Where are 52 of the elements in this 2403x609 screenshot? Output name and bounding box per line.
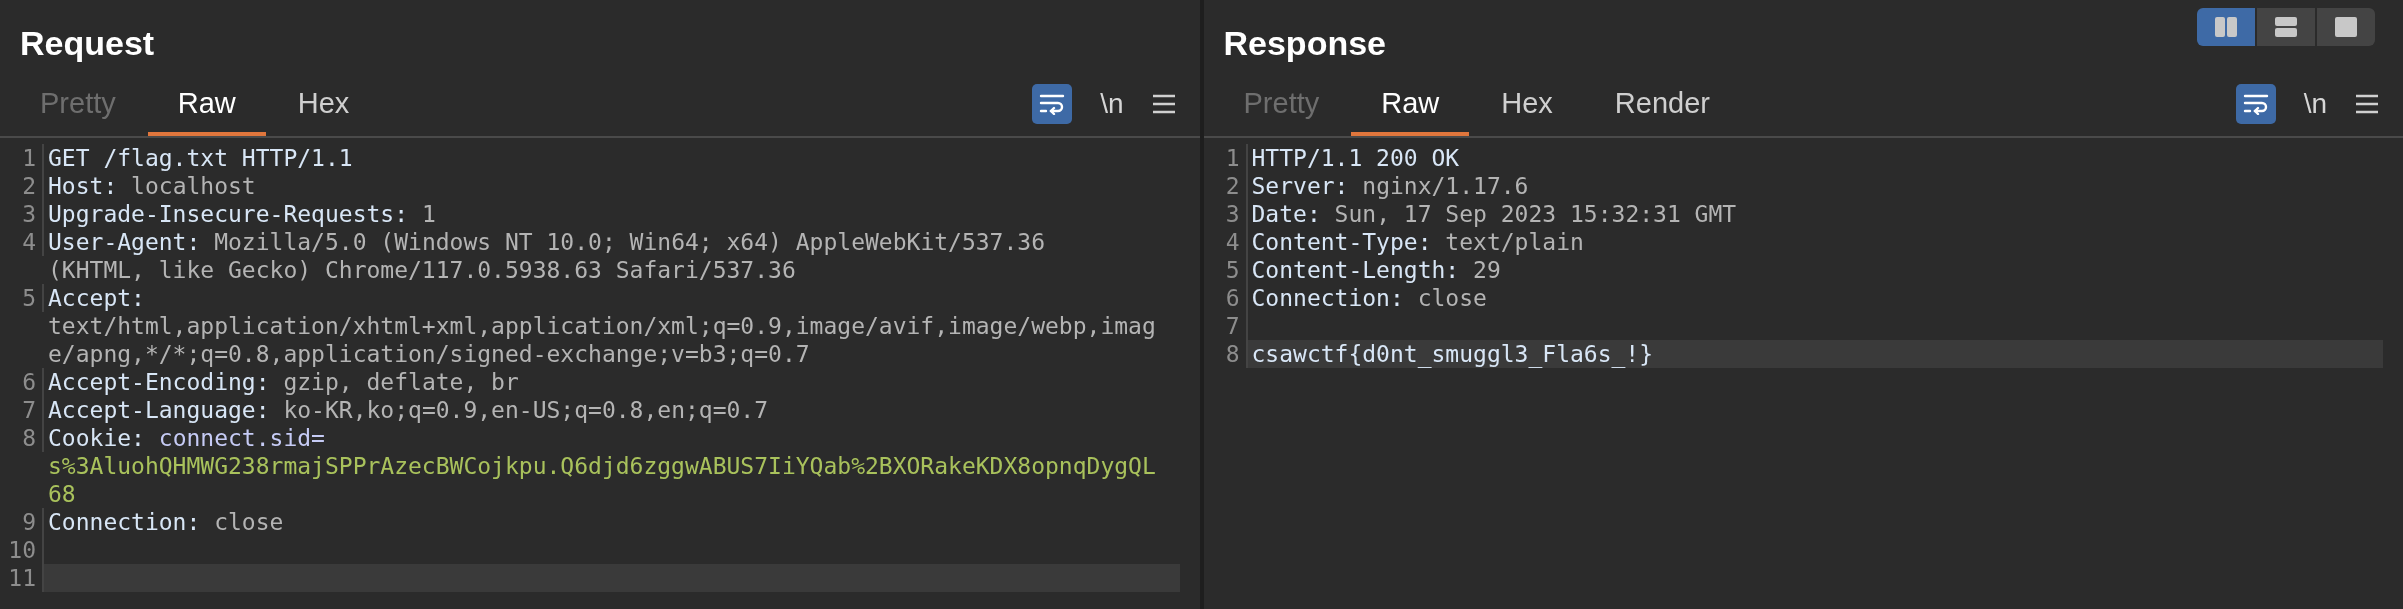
code-line: HTTP/1.1 200 OK — [1250, 144, 1461, 172]
line-number: 5 — [0, 284, 44, 312]
line-number: 3 — [1203, 200, 1248, 228]
layout-icon — [2335, 17, 2357, 37]
line-number: 8 — [0, 424, 44, 452]
layout-icon — [2215, 17, 2237, 37]
code-line: Accept-Language: ko-KR,ko;q=0.9,en-US;q=0.8,en;q=0.7 — [47, 396, 770, 424]
code-line: GET /flag.txt HTTP/1.1 — [47, 144, 354, 172]
newline-toggle[interactable]: \n — [1100, 88, 1124, 120]
menu-icon[interactable] — [1151, 94, 1176, 114]
code-line: Connection: close — [1250, 284, 1488, 312]
code-line: Date: Sun, 17 Sep 2023 15:32:31 GMT — [1250, 200, 1738, 228]
code-line: Content-Length: 29 — [1250, 256, 1502, 284]
newline-toggle[interactable]: \n — [2303, 88, 2327, 120]
code-line: Content-Type: text/plain — [1250, 228, 1585, 256]
code-line: Cookie: connect.sid= s%3AluohQHMWG238rmajSPPrAzecBWCojkpu.Q6djd6zggwABUS7IiYQab%2BXORakeKDX8opnqDygQL68 — [47, 424, 1157, 508]
line-number: 2 — [0, 172, 44, 200]
layout-icon — [2275, 17, 2297, 37]
code-line: Host: localhost — [47, 172, 257, 200]
line-number: 2 — [1203, 172, 1248, 200]
layout-button[interactable] — [2317, 8, 2375, 46]
line-number: 7 — [1203, 312, 1248, 340]
word-wrap-button[interactable] — [2235, 84, 2276, 124]
line-number: 4 — [0, 228, 44, 256]
line-number: 6 — [0, 368, 44, 396]
code-line: Server: nginx/1.17.6 — [1250, 172, 1530, 200]
word-wrap-button[interactable] — [1032, 84, 1073, 124]
line-number: 3 — [0, 200, 44, 228]
menu-icon[interactable] — [2355, 94, 2379, 114]
line-number: 10 — [0, 536, 44, 564]
panel-title: Response — [1223, 23, 1386, 63]
panel-title: Request — [20, 23, 155, 63]
tab[interactable]: Hex — [1471, 87, 1583, 136]
line-number: 6 — [1203, 284, 1248, 312]
line-number: 1 — [0, 144, 44, 172]
code-line: User-Agent: Mozilla/5.0 (Windows NT 10.0; Win64; x64) AppleWebKit/537.36 (KHTML, like Gecko) Chrome/117.0.5938.63 Safari/537.36 — [47, 228, 1046, 284]
tab[interactable]: Hex — [267, 87, 380, 136]
layout-button[interactable] — [2197, 8, 2255, 46]
wrap-icon — [2242, 93, 2269, 115]
code-line: Connection: close — [47, 508, 285, 536]
line-number: 5 — [1203, 256, 1248, 284]
tab[interactable]: Raw — [1351, 87, 1470, 136]
code-line: Upgrade-Insecure-Requests: 1 — [47, 200, 437, 228]
line-number: 1 — [1203, 144, 1248, 172]
tab[interactable]: Raw — [147, 87, 266, 136]
wrap-icon — [1039, 93, 1066, 115]
code-line: Accept-Encoding: gzip, deflate, br — [47, 368, 520, 396]
tab[interactable]: Render — [1584, 87, 1740, 136]
line-number: 9 — [0, 508, 44, 536]
layout-button[interactable] — [2257, 8, 2315, 46]
line-number: 7 — [0, 396, 44, 424]
line-number: 4 — [1203, 228, 1248, 256]
